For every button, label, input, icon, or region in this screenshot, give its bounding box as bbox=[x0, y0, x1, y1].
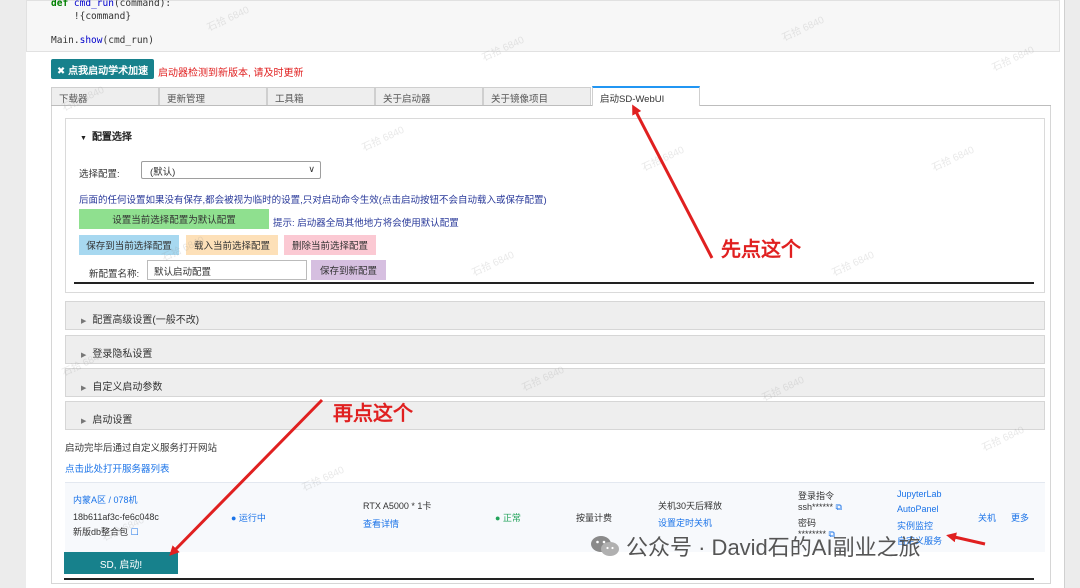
server-image: 新版db整合包 ☐ bbox=[73, 525, 139, 538]
server-gpu: RTX A5000 * 1卡 bbox=[363, 501, 432, 511]
autopanel-link[interactable]: AutoPanel bbox=[897, 504, 939, 514]
code-cell[interactable]: def cmd_run(command): !{command} Main.sh… bbox=[26, 0, 1060, 52]
default-config-hint: 提示: 启动器全局其他地方将会使用默认配置 bbox=[273, 218, 459, 229]
section-divider bbox=[74, 282, 1034, 284]
config-select[interactable]: (默认) ∨ bbox=[141, 161, 321, 179]
new-config-name-input[interactable]: 默认启动配置 bbox=[147, 260, 307, 280]
server-id: 18b611af3c-fe6c048c bbox=[73, 512, 159, 522]
annotation-first-step: 先点这个 bbox=[721, 239, 801, 261]
server-status: ● 运行中 bbox=[231, 513, 266, 523]
tab-toolbox[interactable]: 工具箱 bbox=[267, 87, 375, 105]
accordion-advanced-settings[interactable]: ▶ 配置高级设置(一般不改) bbox=[65, 301, 1045, 330]
code-method: show bbox=[79, 35, 103, 46]
tab-update-manager[interactable]: 更新管理 bbox=[159, 87, 267, 105]
tab-bar: 下载器 更新管理 工具箱 关于启动器 关于镜像项目 启动SD-WebUI bbox=[51, 86, 1051, 106]
triangle-right-icon: ▶ bbox=[81, 418, 87, 425]
ssh-value: ssh****** bbox=[798, 502, 834, 512]
billing-mode: 按量计费 bbox=[576, 513, 613, 523]
accordion-label: 登录隐私设置 bbox=[92, 349, 153, 360]
triangle-right-icon: ▶ bbox=[81, 318, 87, 325]
config-section: ▼ 配置选择 选择配置: (默认) ∨ 后面的任何设置如果没有保存,都会被视为临时… bbox=[65, 118, 1045, 293]
tab-about-image[interactable]: 关于镜像项目 bbox=[483, 87, 591, 105]
wechat-icon bbox=[591, 536, 619, 556]
code-line-2: !{command} bbox=[51, 11, 132, 22]
open-server-list-link[interactable]: 点击此处打开服务器列表 bbox=[65, 461, 170, 475]
tab-launch-sd-webui[interactable]: 启动SD-WebUI bbox=[592, 86, 700, 106]
config-section-header[interactable]: ▼ 配置选择 bbox=[80, 128, 132, 143]
accordion-label: 配置高级设置(一般不改) bbox=[92, 315, 200, 326]
set-timer-shutdown-link[interactable]: 设置定时关机 bbox=[658, 516, 712, 529]
triangle-down-icon: ▼ bbox=[80, 135, 87, 142]
annotation-second-step: 再点这个 bbox=[333, 403, 413, 425]
login-command-label: 登录指令 bbox=[798, 491, 835, 501]
update-notice: 启动器检测到新版本, 请及时更新 bbox=[158, 68, 304, 79]
view-details-link[interactable]: 查看详情 bbox=[363, 517, 399, 530]
code-keyword: def bbox=[51, 0, 69, 9]
save-new-config-button[interactable]: 保存到新配置 bbox=[311, 260, 386, 280]
tab-about-launcher[interactable]: 关于启动器 bbox=[375, 87, 483, 105]
chevron-down-icon: ∨ bbox=[308, 164, 315, 174]
jupyterlab-link[interactable]: JupyterLab bbox=[897, 489, 942, 499]
code-text: (cmd_run) bbox=[102, 35, 154, 46]
academic-accel-button[interactable]: ✖ 点我启动学术加速 bbox=[51, 59, 154, 79]
triangle-right-icon: ▶ bbox=[81, 385, 87, 392]
code-text: Main. bbox=[51, 35, 80, 46]
code-line-3: Main.show(cmd_run) bbox=[51, 35, 154, 46]
tab-panel: ▼ 配置选择 选择配置: (默认) ∨ 后面的任何设置如果没有保存,都会被视为临时… bbox=[51, 106, 1051, 584]
server-image-name: 新版db整合包 bbox=[73, 527, 129, 537]
tab-downloader[interactable]: 下载器 bbox=[51, 87, 159, 105]
more-link[interactable]: 更多 bbox=[1011, 511, 1029, 524]
new-config-name-label: 新配置名称: bbox=[89, 269, 140, 280]
server-region[interactable]: 内蒙A区 / 078机 bbox=[73, 493, 138, 506]
wechat-account-name: 公众号 · David石的AI副业之旅 bbox=[626, 535, 921, 560]
release-policy: 关机30天后释放 bbox=[658, 501, 723, 511]
set-default-config-button[interactable]: 设置当前选择配置为默认配置 bbox=[79, 209, 269, 229]
copy-icon[interactable]: ⧉ bbox=[836, 502, 842, 512]
save-current-config-button[interactable]: 保存到当前选择配置 bbox=[79, 235, 179, 255]
window-left-frame bbox=[0, 0, 26, 588]
sd-launch-button[interactable]: SD, 启动! bbox=[64, 552, 178, 574]
accordion-launch-settings[interactable]: ▶ 启动设置 bbox=[65, 401, 1045, 430]
code-line-1: def cmd_run(command): bbox=[51, 0, 171, 9]
shutdown-link[interactable]: 关机 bbox=[978, 511, 996, 524]
delete-current-config-button[interactable]: 删除当前选择配置 bbox=[284, 235, 376, 255]
scrollbar[interactable] bbox=[1064, 0, 1080, 588]
config-select-value: (默认) bbox=[150, 167, 176, 178]
accordion-label: 启动设置 bbox=[92, 415, 133, 426]
notebook-page: def cmd_run(command): !{command} Main.sh… bbox=[26, 0, 1064, 588]
accordion-label: 自定义启动参数 bbox=[92, 382, 163, 393]
load-current-config-button[interactable]: 载入当前选择配置 bbox=[186, 235, 278, 255]
server-health: ● 正常 bbox=[495, 513, 521, 523]
section-divider bbox=[64, 578, 1034, 580]
open-site-note: 启动完毕后通过自定义服务打开网站 bbox=[65, 443, 218, 454]
wechat-watermark: 公众号 · David石的AI副业之旅 bbox=[590, 530, 921, 562]
triangle-right-icon: ▶ bbox=[81, 352, 87, 359]
edit-icon[interactable]: ☐ bbox=[131, 527, 139, 537]
accordion-custom-args[interactable]: ▶ 自定义启动参数 bbox=[65, 368, 1045, 397]
select-config-label: 选择配置: bbox=[79, 169, 120, 180]
config-title: 配置选择 bbox=[91, 132, 132, 143]
temp-settings-note: 后面的任何设置如果没有保存,都会被视为临时的设置,只对启动命令生效(点击启动按钮… bbox=[79, 195, 547, 206]
code-text: (command): bbox=[113, 0, 172, 9]
code-function-name: cmd_run bbox=[73, 0, 114, 9]
accordion-login-privacy[interactable]: ▶ 登录隐私设置 bbox=[65, 335, 1045, 364]
ssh-command: ssh****** ⧉ bbox=[798, 502, 842, 513]
password-label: 密码 bbox=[798, 518, 817, 528]
